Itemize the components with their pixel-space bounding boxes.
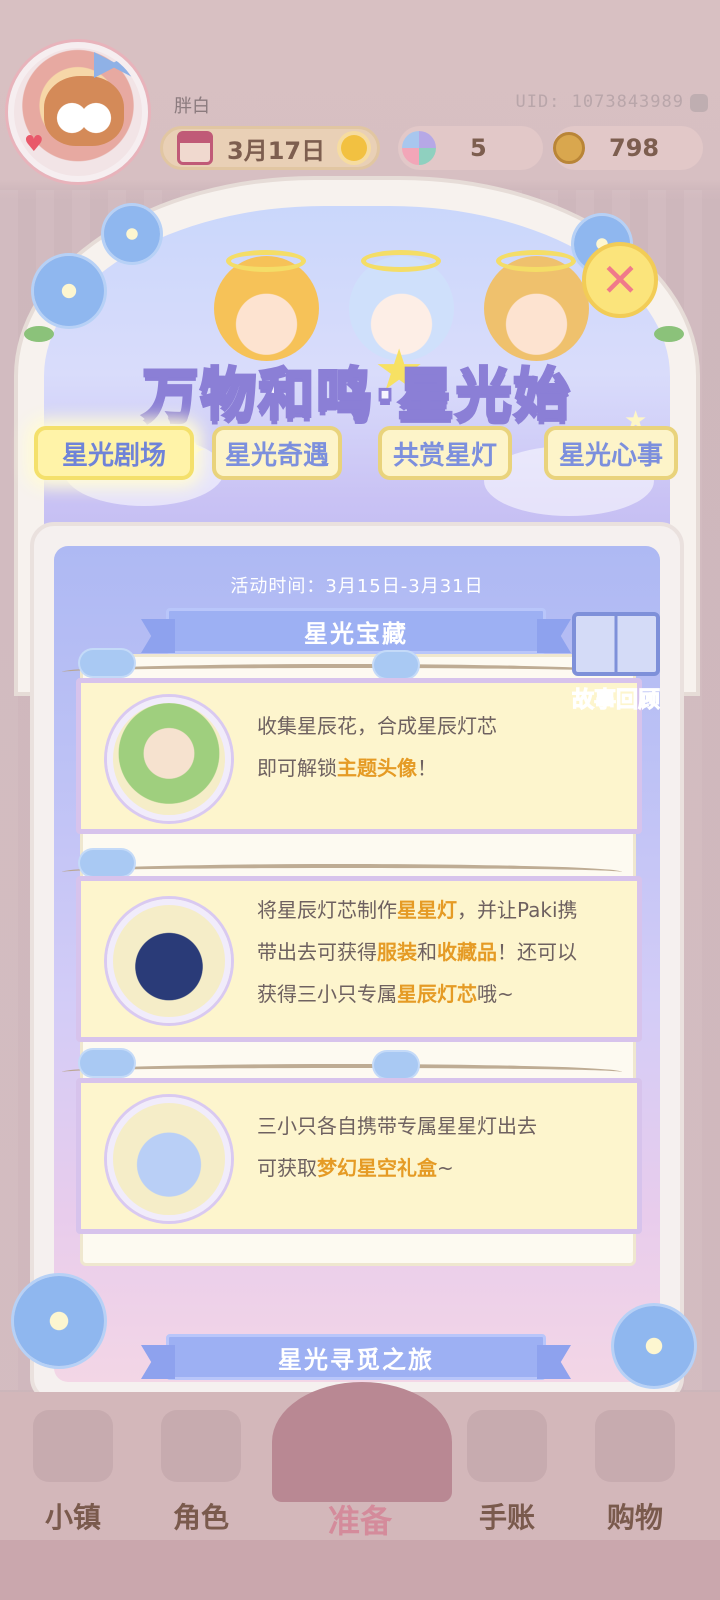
section-title-treasure: 星光宝藏 — [166, 608, 546, 654]
tab-starlight-theater[interactable]: 星光剧场 — [34, 426, 194, 480]
flower-decoration-icon — [34, 256, 104, 326]
flower-decoration-icon — [14, 1276, 104, 1366]
hamster-avatar-art — [44, 76, 124, 146]
nav-shopping-label: 购物 — [606, 1501, 663, 1534]
bottom-strip — [0, 1540, 720, 1600]
close-button[interactable]: ✕ — [582, 242, 658, 318]
event-title: 万物和鸣·星光始 — [141, 362, 572, 430]
map-icon — [33, 1410, 113, 1482]
flower-decoration-icon — [614, 1306, 694, 1386]
date-label: 3月17日 — [227, 136, 326, 165]
calendar-icon — [177, 131, 213, 165]
list-item: 将星辰灯芯制作星星灯，并让Paki携 带出去可获得服装和收藏品！还可以 获得三小… — [76, 876, 642, 1042]
nav-journal-label: 手账 — [478, 1501, 535, 1534]
tab-star-lanterns[interactable]: 共赏星灯 — [378, 426, 512, 480]
nav-journal[interactable]: 手账 — [452, 1410, 562, 1536]
event-tabs: 星光剧场 星光奇遇 共赏星灯 星光心事 — [22, 426, 698, 486]
sun-weather-icon — [341, 135, 368, 161]
player-uid: UID: 1073843989 — [515, 92, 684, 112]
character-blonde — [214, 250, 319, 361]
flower-decoration-icon — [104, 206, 160, 262]
entry-description: 三小只各自携带专属星星灯出去 可获取梦幻星空礼盒~ — [257, 1114, 537, 1180]
book-icon — [572, 612, 660, 676]
nav-prepare-label: 准备 — [327, 1502, 392, 1540]
story-review-label: 故事回顾 — [571, 688, 660, 714]
entry-description: 将星辰灯芯制作星星灯，并让Paki携 带出去可获得服装和收藏品！还可以 获得三小… — [257, 898, 578, 1006]
copy-uid-icon[interactable] — [690, 94, 708, 112]
coin-icon — [553, 132, 585, 164]
journal-icon — [467, 1410, 547, 1482]
tab-starlight-thoughts[interactable]: 星光心事 — [544, 426, 678, 480]
event-modal: ★ 万物和鸣·星光始 ✦ ★ ✦ ✕ 星光剧场 星光奇遇 共赏星灯 星光心事 活… — [14, 176, 700, 1416]
player-name: 胖白 — [174, 96, 210, 117]
nav-character-label: 角色 — [172, 1501, 229, 1534]
star-currency[interactable]: 5 — [398, 126, 543, 170]
list-item: 三小只各自携带专属星星灯出去 可获取梦幻星空礼盒~ — [76, 1078, 642, 1234]
nav-character[interactable]: 角色 — [146, 1410, 256, 1536]
goddess-portrait-icon — [107, 697, 231, 821]
coin-currency[interactable]: 798 — [553, 126, 703, 170]
nav-shopping[interactable]: 购物 — [580, 1410, 690, 1536]
character-curly — [484, 250, 589, 361]
tab-starlight-adventure[interactable]: 星光奇遇 — [212, 426, 342, 480]
date-display[interactable]: 3月17日 — [160, 126, 380, 170]
character-icon — [161, 1410, 241, 1482]
section-title-journey: 星光寻觅之旅 — [166, 1334, 546, 1380]
entry-description: 收集星辰花，合成星辰灯芯 即可解锁主题头像！ — [257, 714, 497, 780]
shopping-bag-icon — [595, 1410, 675, 1482]
dreamy-gift-box-icon — [107, 1097, 231, 1221]
event-time: 活动时间：3月15日-3月31日 — [230, 576, 484, 597]
player-avatar[interactable]: ♥ — [8, 42, 148, 182]
heart-icon: ♥ — [24, 132, 44, 157]
nav-town-label: 小镇 — [44, 1501, 101, 1534]
bottom-navigation: 小镇 角色 准备 手账 购物 — [0, 1382, 720, 1600]
coin-count: 798 — [609, 134, 660, 162]
nav-prepare[interactable]: 准备 — [305, 1410, 415, 1542]
story-review-button[interactable]: 故事回顾 — [556, 612, 676, 714]
bow-icon — [94, 52, 134, 78]
star-flower-icon — [402, 131, 436, 165]
star-count: 5 — [470, 134, 487, 162]
starry-dress-icon — [107, 899, 231, 1023]
nav-town[interactable]: 小镇 — [18, 1410, 128, 1536]
prepare-icon — [320, 1410, 400, 1482]
